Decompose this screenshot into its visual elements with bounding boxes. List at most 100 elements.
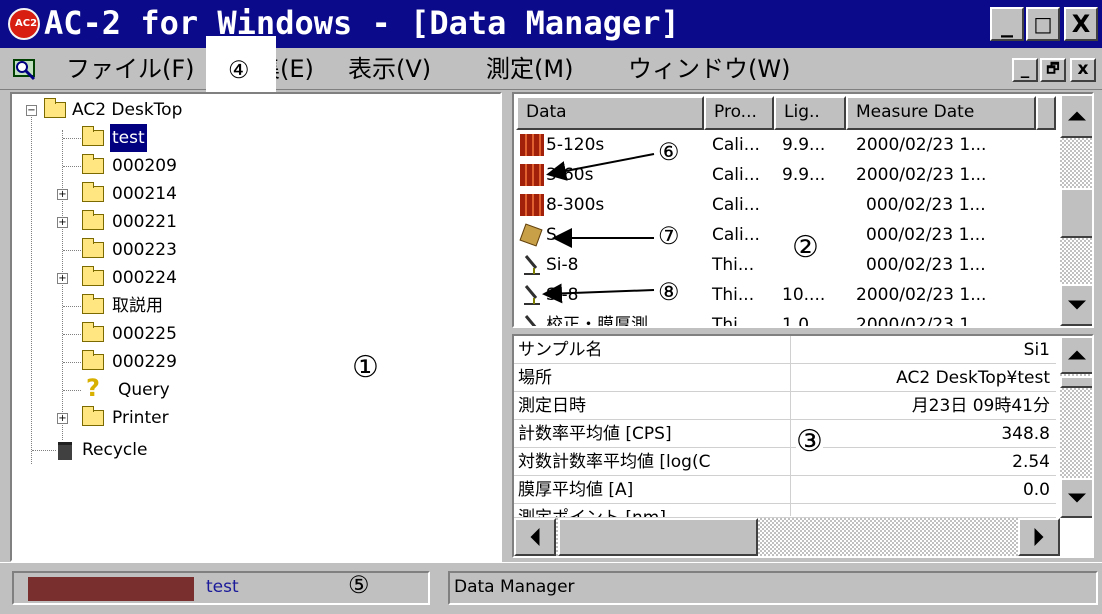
tree-item-label: AC2 DeskTop xyxy=(72,100,183,120)
scroll-up-button[interactable] xyxy=(1060,94,1092,138)
expand-icon[interactable]: + xyxy=(57,273,68,284)
arrow-right-icon xyxy=(1034,528,1044,546)
window-title: AC-2 for Windows - [Data Manager] xyxy=(44,4,680,42)
cell-pro: Thi... xyxy=(712,255,755,275)
close-button[interactable]: X xyxy=(1064,7,1098,41)
property-pane[interactable]: サンプル名 Si1 場所 AC2 DeskTop¥test 測定日時 月23日 … xyxy=(512,334,1094,558)
data-manager-icon[interactable] xyxy=(12,56,38,82)
property-key: 対数計数率平均値 [log(C xyxy=(518,452,711,472)
cell-date: 000/02/23 1... xyxy=(866,195,986,215)
folder-open-icon xyxy=(82,126,104,146)
arrow-up-icon xyxy=(1068,350,1086,360)
tree-item-label: 000214 xyxy=(112,184,177,204)
expand-icon[interactable]: + xyxy=(57,189,68,200)
column-header-extra[interactable] xyxy=(1036,96,1056,130)
arrow-left-icon xyxy=(530,528,540,546)
menu-window[interactable]: ウィンドウ(W) xyxy=(628,54,790,84)
property-row: 膜厚平均値 [A] 0.0 xyxy=(514,476,1056,504)
scroll-thumb[interactable] xyxy=(1060,376,1092,388)
callout-7: ⑦ xyxy=(658,222,680,250)
property-key: 膜厚平均値 [A] xyxy=(518,480,634,500)
tree-item-label: 000209 xyxy=(112,156,177,176)
mdi-close-button[interactable]: x xyxy=(1070,58,1096,82)
app-logo-icon[interactable]: AC2 xyxy=(8,8,40,40)
title-bar[interactable]: AC2 AC-2 for Windows - [Data Manager] _ … xyxy=(0,0,1102,48)
arrow-down-icon xyxy=(1068,300,1086,310)
cell-date: 2000/02/23 1... xyxy=(856,285,987,305)
scroll-thumb[interactable] xyxy=(558,518,758,556)
collapse-icon[interactable]: − xyxy=(26,105,37,116)
folder-icon xyxy=(82,350,104,370)
cell-pro: Cali... xyxy=(712,195,760,215)
arrow-down-icon xyxy=(1068,493,1086,503)
list-vertical-scrollbar[interactable] xyxy=(1060,94,1092,326)
menu-bar: ファイル(F) 編集(E) 表示(V) 測定(M) ウィンドウ(W) _ 🗗 x xyxy=(0,48,1102,90)
tree-item-label: 000223 xyxy=(112,240,177,260)
menu-file[interactable]: ファイル(F) xyxy=(66,54,195,84)
mdi-minimize-button[interactable]: _ xyxy=(1012,58,1038,82)
column-header-lig[interactable]: Lig.. xyxy=(774,96,846,130)
folder-icon xyxy=(82,238,104,258)
cell-date: 000/02/23 1... xyxy=(866,255,986,275)
callout-5: ⑤ xyxy=(348,571,370,599)
folder-icon xyxy=(82,182,104,202)
folder-open-icon xyxy=(44,98,66,118)
menu-view[interactable]: 表示(V) xyxy=(348,54,431,84)
cell-pro: Cali... xyxy=(712,135,760,155)
recycle-bin-icon xyxy=(58,442,72,460)
scroll-down-button[interactable] xyxy=(1060,284,1092,326)
scroll-down-button[interactable] xyxy=(1060,478,1092,518)
progress-fill xyxy=(28,577,194,601)
minimize-button[interactable]: _ xyxy=(990,7,1024,41)
menu-measure[interactable]: 測定(M) xyxy=(486,54,573,84)
cell-lig: 9.9... xyxy=(782,135,826,155)
maximize-button[interactable]: □ xyxy=(1026,7,1060,41)
folder-icon xyxy=(82,266,104,286)
property-row: 対数計数率平均値 [log(C 2.54 xyxy=(514,448,1056,476)
scroll-right-button[interactable] xyxy=(1018,518,1060,556)
mdi-restore-button[interactable]: 🗗 xyxy=(1040,58,1066,82)
data-list-pane[interactable]: Data Pro... Lig.. Measure Date 5-120s Ca… xyxy=(512,92,1094,328)
tree-item-label: 000229 xyxy=(112,352,177,372)
callout-6: ⑥ xyxy=(658,138,680,166)
tree-item-label: test xyxy=(110,124,147,152)
column-header-measure-date[interactable]: Measure Date xyxy=(846,96,1036,130)
property-key: 測定ポイント [nm] xyxy=(518,508,667,518)
callout-3: ③ xyxy=(796,424,823,459)
folder-icon xyxy=(82,294,104,314)
cell-date: 000/02/23 1... xyxy=(866,225,986,245)
status-bar: test ⑤ Data Manager xyxy=(0,562,1102,614)
property-value: 月23日 09時41分 xyxy=(911,396,1050,416)
property-vertical-scrollbar[interactable] xyxy=(1060,336,1092,518)
cell-pro: Thi... xyxy=(712,285,755,305)
tree-item-label: Printer xyxy=(112,408,169,428)
property-value: Si1 xyxy=(1023,340,1050,360)
property-value: 348.8 xyxy=(1001,424,1050,444)
expand-icon[interactable]: + xyxy=(57,217,68,228)
property-key: サンプル名 xyxy=(518,340,603,360)
scroll-thumb[interactable] xyxy=(1060,188,1092,238)
property-row: 測定日時 月23日 09時41分 xyxy=(514,392,1056,420)
folder-icon xyxy=(82,322,104,342)
property-key: 場所 xyxy=(518,368,552,388)
status-left-text: test xyxy=(206,577,239,597)
property-horizontal-scrollbar[interactable] xyxy=(514,518,1060,556)
cell-pro: Cali... xyxy=(712,225,760,245)
status-panel-left: test ⑤ xyxy=(12,571,430,605)
scroll-up-button[interactable] xyxy=(1060,336,1092,374)
status-panel-right: Data Manager xyxy=(448,571,1098,605)
column-header-pro[interactable]: Pro... xyxy=(704,96,774,130)
callout-4: ④ xyxy=(228,56,250,84)
tree-item-label: 取説用 xyxy=(112,296,163,316)
callout-arrows xyxy=(542,153,655,304)
property-row: サンプル名 Si1 xyxy=(514,336,1056,364)
folder-tree-pane[interactable]: − AC2 DeskTop test 000209 + 000214 + 000… xyxy=(10,92,502,562)
tree-item-label: 000224 xyxy=(112,268,177,288)
cell-lig: 1.0... xyxy=(782,315,826,328)
tree-item-label: Recycle xyxy=(82,440,148,460)
tree-item-label: 000225 xyxy=(112,324,177,344)
cell-pro: Thi... xyxy=(712,315,755,328)
cell-date: 2000/02/23 1... xyxy=(856,135,987,155)
scroll-left-button[interactable] xyxy=(514,518,556,556)
expand-icon[interactable]: + xyxy=(57,413,68,424)
